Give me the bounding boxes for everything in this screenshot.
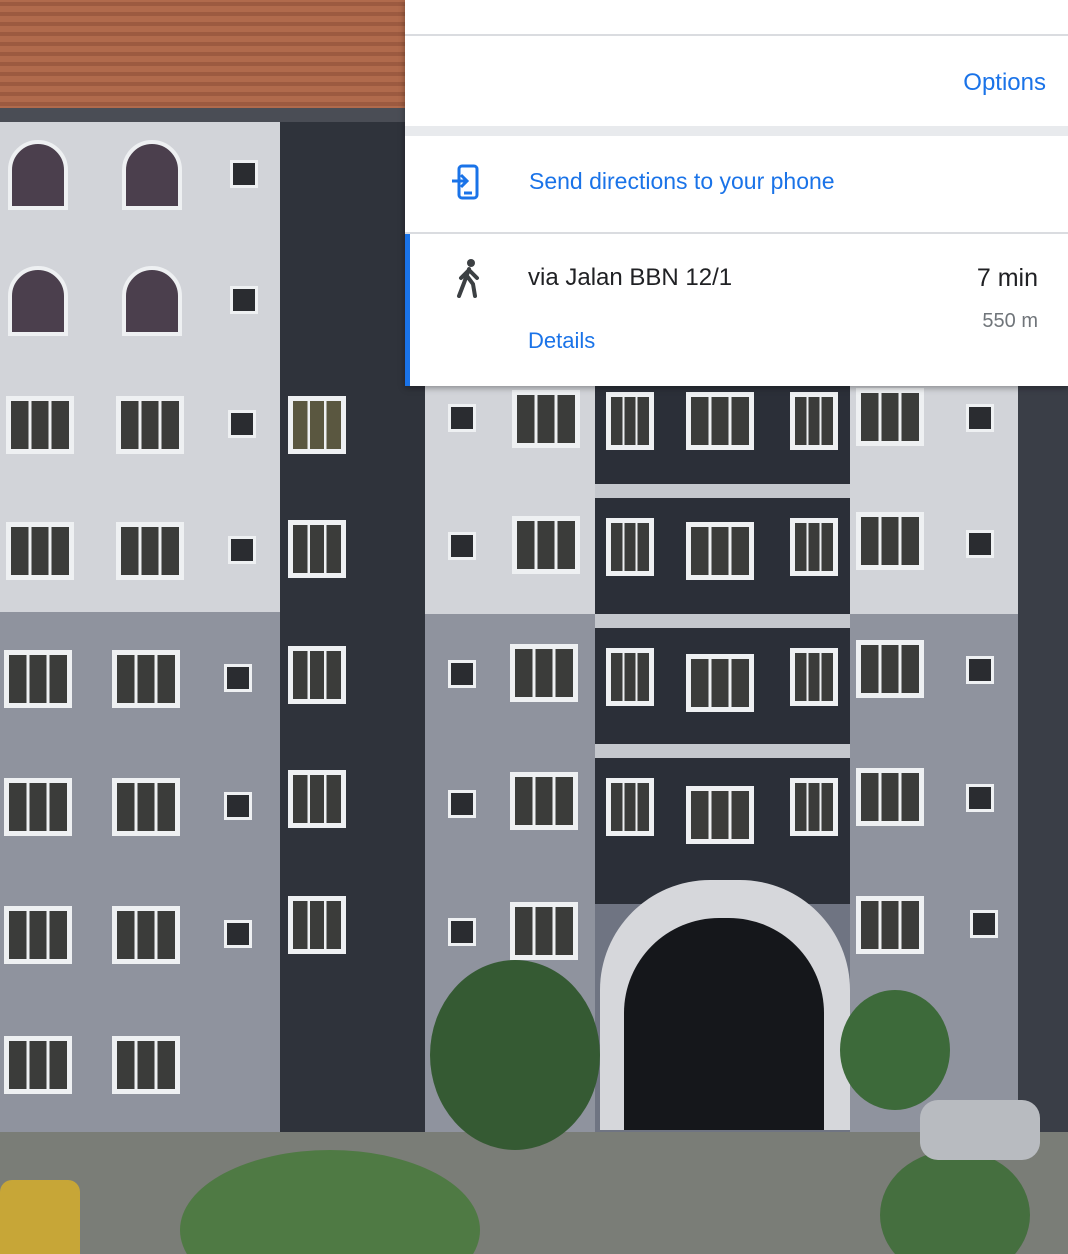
window bbox=[112, 650, 180, 708]
window bbox=[686, 654, 754, 712]
yellow-car bbox=[0, 1180, 80, 1254]
details-button[interactable]: Details bbox=[528, 328, 595, 354]
options-button[interactable]: Options bbox=[963, 69, 1046, 97]
arched-window bbox=[8, 266, 68, 336]
directions-panel: Options Send directions to your phone vi… bbox=[405, 0, 1068, 386]
vent-window bbox=[228, 536, 256, 564]
window bbox=[4, 650, 72, 708]
options-row: Options bbox=[405, 36, 1068, 126]
walking-icon bbox=[455, 258, 483, 298]
panel-top-strip bbox=[405, 0, 1068, 34]
route-distance: 550 m bbox=[982, 310, 1038, 332]
window bbox=[790, 648, 838, 706]
window bbox=[790, 518, 838, 576]
arched-window bbox=[8, 140, 68, 210]
vent-window bbox=[966, 784, 994, 812]
tower-band bbox=[595, 744, 850, 758]
parked-car bbox=[920, 1100, 1040, 1160]
window bbox=[4, 906, 72, 964]
send-to-phone-icon bbox=[451, 164, 481, 202]
vent-window bbox=[966, 656, 994, 684]
section-divider bbox=[405, 126, 1068, 136]
route-name: via Jalan BBN 12/1 bbox=[528, 264, 733, 291]
vent-window bbox=[448, 918, 476, 946]
balcony-window bbox=[288, 646, 346, 704]
balcony-window bbox=[288, 770, 346, 828]
window bbox=[606, 648, 654, 706]
window bbox=[4, 1036, 72, 1094]
window bbox=[112, 1036, 180, 1094]
window bbox=[790, 778, 838, 836]
vent-window bbox=[966, 530, 994, 558]
window bbox=[686, 786, 754, 844]
window bbox=[6, 396, 74, 454]
tower-band bbox=[595, 484, 850, 498]
balcony-window bbox=[288, 520, 346, 578]
vent-window bbox=[224, 664, 252, 692]
window bbox=[510, 902, 578, 960]
window bbox=[512, 516, 580, 574]
arched-window bbox=[122, 140, 182, 210]
tower-band bbox=[595, 614, 850, 628]
adjacent-building bbox=[1018, 384, 1068, 1132]
vent-window bbox=[970, 910, 998, 938]
balcony-window bbox=[288, 396, 346, 454]
window bbox=[510, 644, 578, 702]
vent-window bbox=[448, 660, 476, 688]
palm-tree bbox=[430, 960, 600, 1150]
window bbox=[856, 388, 924, 446]
tiled-roof bbox=[0, 0, 405, 112]
window bbox=[512, 390, 580, 448]
window bbox=[686, 522, 754, 580]
send-directions-link[interactable]: Send directions to your phone bbox=[529, 168, 835, 195]
vent-window bbox=[224, 920, 252, 948]
vent-window bbox=[230, 160, 258, 188]
window bbox=[686, 392, 754, 450]
vent-window bbox=[448, 790, 476, 818]
window bbox=[856, 768, 924, 826]
window bbox=[112, 778, 180, 836]
arched-window bbox=[122, 266, 182, 336]
window bbox=[510, 772, 578, 830]
window bbox=[856, 512, 924, 570]
window bbox=[116, 522, 184, 580]
vent-window bbox=[228, 410, 256, 438]
palm-tree bbox=[840, 990, 950, 1110]
entrance-arch bbox=[624, 918, 824, 1130]
window bbox=[4, 778, 72, 836]
window bbox=[606, 778, 654, 836]
route-duration: 7 min bbox=[976, 264, 1038, 292]
window bbox=[856, 896, 924, 954]
send-directions-row[interactable]: Send directions to your phone bbox=[405, 136, 1068, 232]
vent-window bbox=[448, 532, 476, 560]
window bbox=[6, 522, 74, 580]
route-option-selected[interactable]: via Jalan BBN 12/1 7 min 550 m Details bbox=[405, 234, 1068, 386]
window bbox=[856, 640, 924, 698]
vent-window bbox=[966, 404, 994, 432]
vent-window bbox=[224, 792, 252, 820]
window bbox=[790, 392, 838, 450]
window bbox=[606, 392, 654, 450]
vent-window bbox=[230, 286, 258, 314]
window bbox=[606, 518, 654, 576]
vent-window bbox=[448, 404, 476, 432]
roof-eave bbox=[0, 108, 405, 122]
balcony-window bbox=[288, 896, 346, 954]
balcony-column bbox=[280, 122, 425, 1132]
window bbox=[112, 906, 180, 964]
window bbox=[116, 396, 184, 454]
